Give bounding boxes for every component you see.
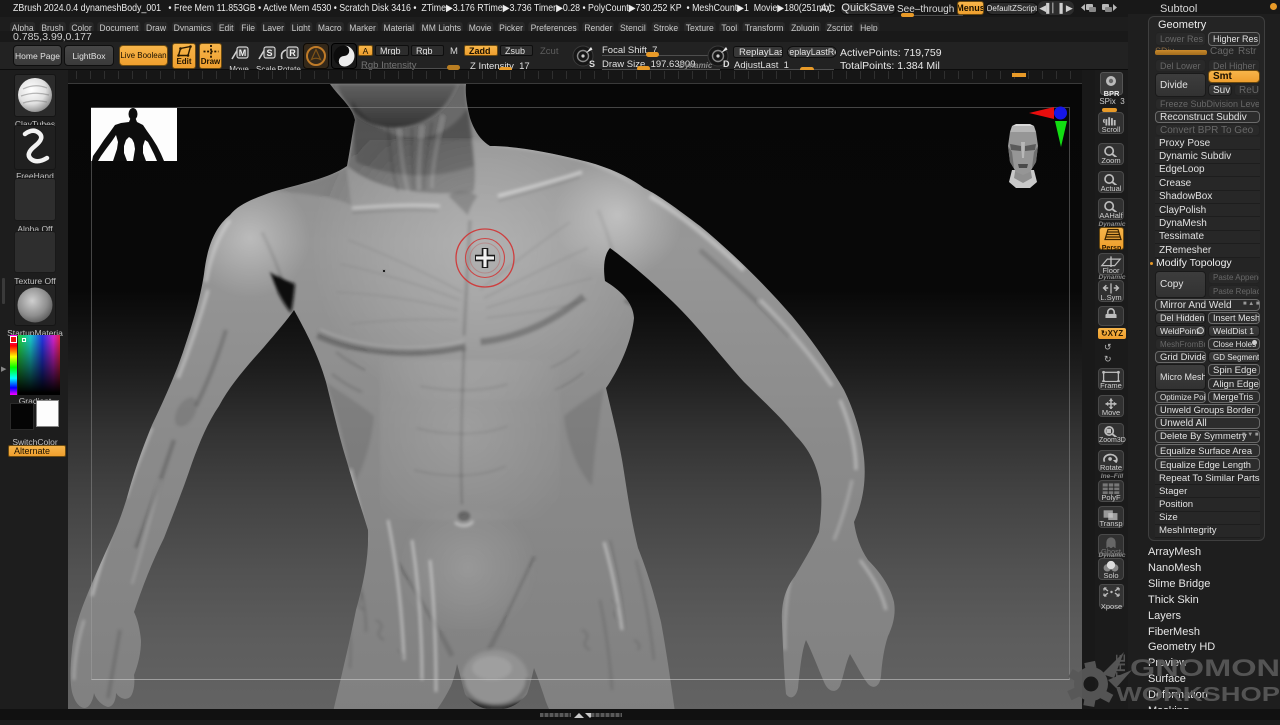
svg-text:GNOMON: GNOMON — [1130, 655, 1280, 682]
svg-text:THE: THE — [1113, 654, 1128, 680]
svg-text:1: 1 — [1107, 178, 1110, 184]
svg-text:D: D — [723, 59, 730, 69]
svg-text:M: M — [239, 48, 247, 58]
svg-text:WORKSHOP: WORKSHOP — [1116, 684, 1280, 706]
svg-text:S: S — [589, 59, 595, 69]
svg-text:S: S — [266, 48, 272, 58]
svg-text:R: R — [289, 48, 296, 58]
